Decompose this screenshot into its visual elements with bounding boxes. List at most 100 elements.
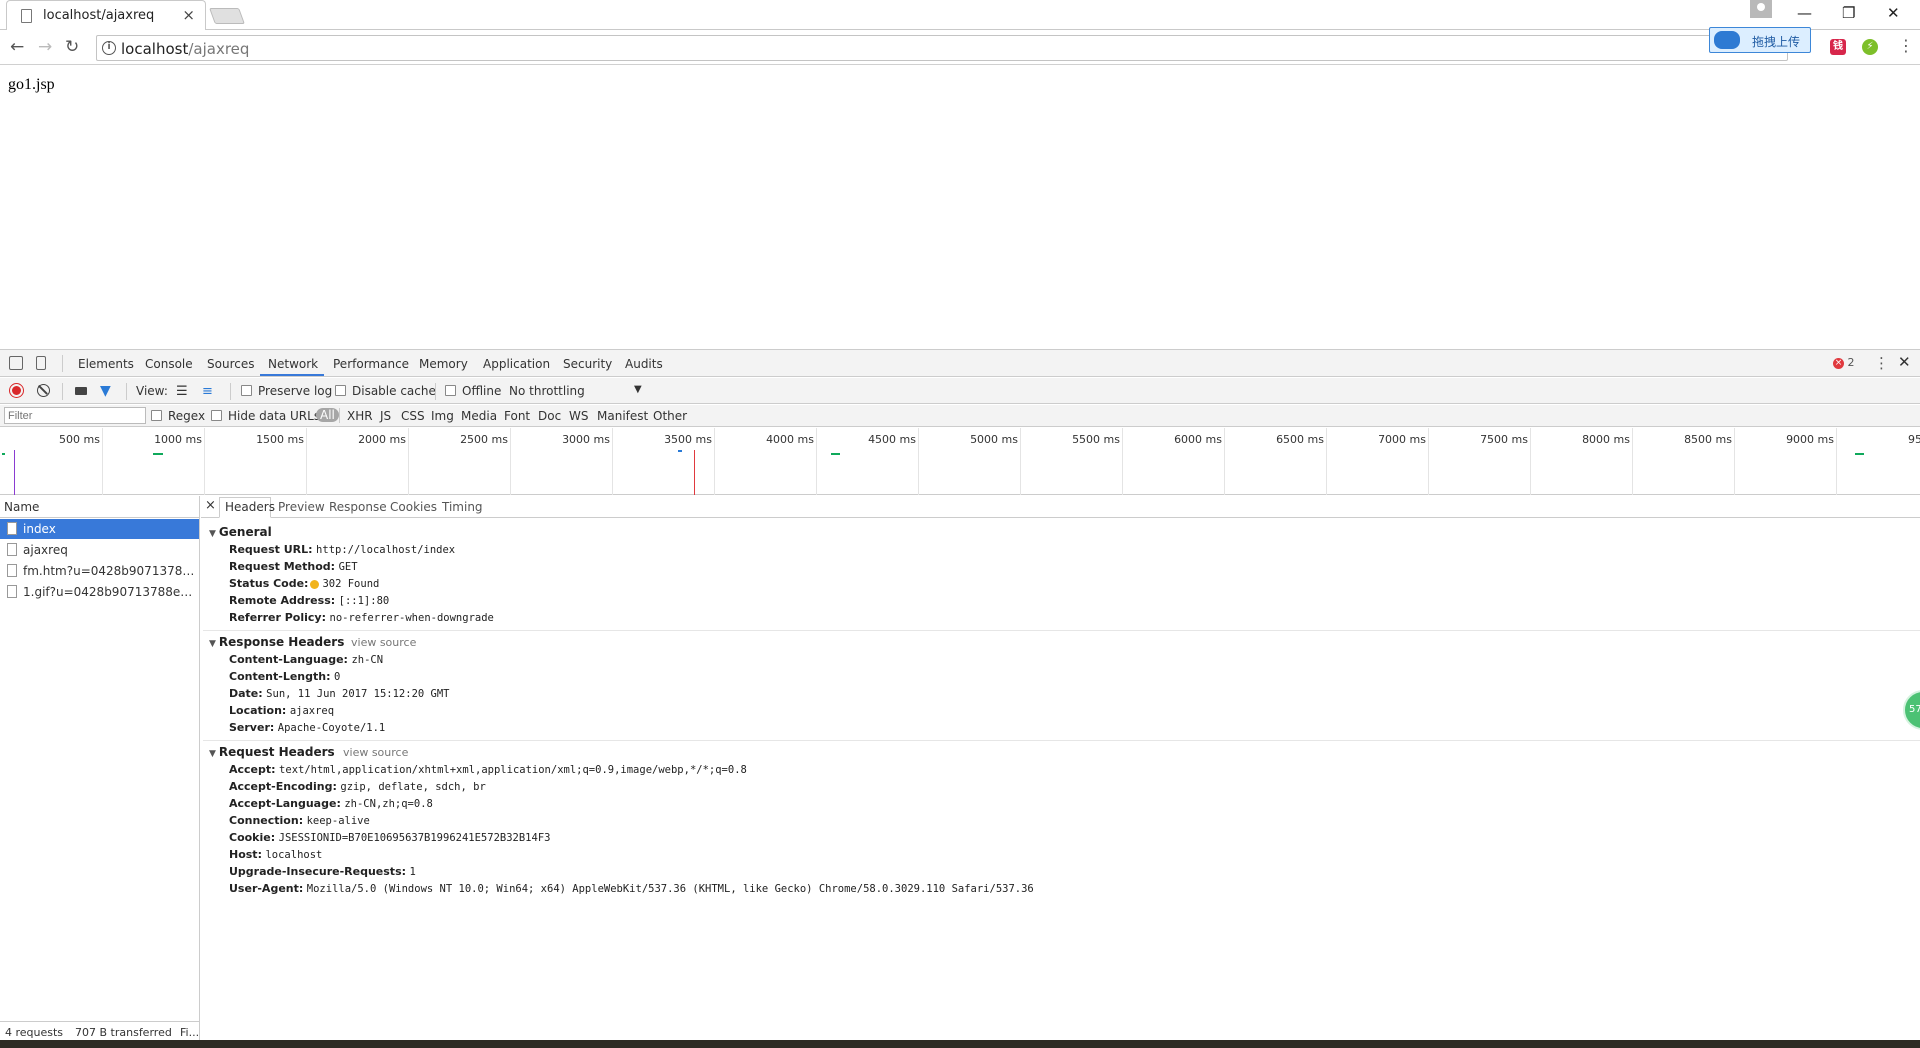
request-name: ajaxreq xyxy=(23,543,68,557)
timeline-tick-label: 7500 ms xyxy=(1480,433,1528,446)
upload-extension-button[interactable]: 拖拽上传 xyxy=(1709,27,1811,53)
info-icon[interactable]: i xyxy=(102,41,116,55)
hide-data-urls-label: Hide data URLs xyxy=(228,409,321,423)
tab-performance[interactable]: Performance xyxy=(333,357,409,371)
response-view-source-link[interactable]: view source xyxy=(351,636,416,649)
browser-toolbar: ← → ↻ i localhost/ajaxreq xyxy=(0,31,1920,65)
tab-elements[interactable]: Elements xyxy=(78,357,134,371)
new-tab-button[interactable] xyxy=(209,8,245,24)
timeline-gridline xyxy=(102,428,103,495)
devtools-menu-icon[interactable]: ⋮ xyxy=(1874,354,1889,372)
tab-close-icon[interactable]: × xyxy=(182,6,195,24)
type-filter-ws[interactable]: WS xyxy=(569,409,588,423)
filter-icon[interactable]: ▼ xyxy=(100,384,114,398)
screen: localhost/ajaxreq × — ❐ ✕ ← → ↻ i localh… xyxy=(0,0,1920,1048)
tab-security[interactable]: Security xyxy=(563,357,612,371)
type-filter-css[interactable]: CSS xyxy=(401,409,425,423)
devtools-panel: Elements Console Sources Network Perform… xyxy=(0,349,1920,1041)
browser-menu-icon[interactable]: ⋮ xyxy=(1898,36,1914,55)
details-close-icon[interactable]: × xyxy=(205,498,216,513)
type-filter-img[interactable]: Img xyxy=(431,409,454,423)
network-status-bar: 4 requests 707 B transferred Fi... xyxy=(0,1021,199,1041)
timeline-overview[interactable]: 500 ms 1000 ms 1500 ms 2000 ms 2500 ms 3000 m… xyxy=(0,428,1920,495)
restore-button[interactable]: ❐ xyxy=(1842,4,1855,22)
type-filter-js[interactable]: JS xyxy=(380,409,391,423)
type-filter-media[interactable]: Media xyxy=(461,409,497,423)
tab-network[interactable]: Network xyxy=(268,357,318,371)
type-filter-xhr[interactable]: XHR xyxy=(347,409,373,423)
throttling-select[interactable]: No throttling xyxy=(509,384,585,398)
extension-green-icon[interactable]: ⚡ xyxy=(1862,39,1878,55)
tab-headers[interactable]: Headers xyxy=(225,500,275,514)
url-text: localhost/ajaxreq xyxy=(121,40,249,58)
network-toolbar: ▼ View: ☰ ≡ Preserve log Disable cache O… xyxy=(0,378,1920,404)
profile-avatar-icon[interactable] xyxy=(1750,0,1772,18)
request-name: 1.gif?u=0428b90713788e9fac7... xyxy=(23,585,199,599)
overview-icon[interactable]: ≡ xyxy=(202,384,213,399)
regex-checkbox[interactable] xyxy=(151,410,162,421)
capture-screenshots-icon[interactable] xyxy=(75,387,87,395)
timeline-tick-label: 2500 ms xyxy=(460,433,508,446)
response-headers-section-header[interactable]: ▼ Response Headers xyxy=(209,635,344,649)
tab-console[interactable]: Console xyxy=(145,357,193,371)
tab-memory[interactable]: Memory xyxy=(419,357,468,371)
inspect-element-icon[interactable] xyxy=(9,356,23,370)
clear-icon[interactable] xyxy=(37,384,50,397)
type-filter-doc[interactable]: Doc xyxy=(538,409,561,423)
timeline-gridline xyxy=(1122,428,1123,495)
record-button[interactable] xyxy=(10,384,23,397)
device-toolbar-icon[interactable] xyxy=(36,356,46,370)
request-row[interactable]: 1.gif?u=0428b90713788e9fac7... xyxy=(0,582,199,602)
chevron-down-icon[interactable]: ▼ xyxy=(634,384,642,395)
filter-input[interactable] xyxy=(4,407,146,424)
request-row[interactable]: ajaxreq xyxy=(0,540,199,560)
request-row[interactable]: index xyxy=(0,519,199,539)
general-title: General xyxy=(218,525,272,539)
disable-cache-checkbox[interactable] xyxy=(335,385,346,396)
cloud-icon xyxy=(1714,31,1740,49)
error-count-badge[interactable]: × 2 xyxy=(1833,356,1855,369)
timeline-gridline xyxy=(714,428,715,495)
offline-checkbox[interactable] xyxy=(445,385,456,396)
timeline-tick-label: 1500 ms xyxy=(256,433,304,446)
request-row[interactable]: fm.htm?u=0428b90713788e9fa... xyxy=(0,561,199,581)
header-row: Accept-Encoding: gzip, deflate, sdch, br xyxy=(229,780,486,793)
request-view-source-link[interactable]: view source xyxy=(343,746,408,759)
browser-tab[interactable]: localhost/ajaxreq × xyxy=(6,0,206,30)
divider xyxy=(62,355,63,372)
finish-time: Fi... xyxy=(180,1026,199,1039)
hide-data-urls-checkbox[interactable] xyxy=(211,410,222,421)
extension-red-icon[interactable]: 钱 xyxy=(1830,39,1846,55)
timeline-bar xyxy=(2,453,5,455)
timeline-tick-label: 7000 ms xyxy=(1378,433,1426,446)
timeline-gridline xyxy=(1428,428,1429,495)
back-arrow-icon[interactable]: ← xyxy=(10,37,24,57)
tab-audits[interactable]: Audits xyxy=(625,357,663,371)
header-row: Accept-Language: zh-CN,zh;q=0.8 xyxy=(229,797,433,810)
name-column-header[interactable]: Name xyxy=(0,496,199,518)
address-bar[interactable]: i localhost/ajaxreq xyxy=(96,35,1788,61)
type-filter-manifest[interactable]: Manifest xyxy=(597,409,648,423)
tab-timing[interactable]: Timing xyxy=(442,500,483,514)
devtools-tab-bar: Elements Console Sources Network Perform… xyxy=(0,350,1920,377)
tab-cookies[interactable]: Cookies xyxy=(390,500,437,514)
request-headers-title: Request Headers xyxy=(218,745,335,759)
general-section-header[interactable]: ▼ General xyxy=(209,525,272,539)
large-rows-icon[interactable]: ☰ xyxy=(176,384,188,399)
request-headers-section-header[interactable]: ▼ Request Headers xyxy=(209,745,335,759)
window-close-button[interactable]: ✕ xyxy=(1887,4,1900,22)
minimize-button[interactable]: — xyxy=(1797,4,1812,22)
header-row: Remote Address: [::1]:80 xyxy=(229,594,390,607)
type-filter-font[interactable]: Font xyxy=(504,409,530,423)
tab-response[interactable]: Response xyxy=(329,500,387,514)
tab-preview[interactable]: Preview xyxy=(278,500,325,514)
tab-sources[interactable]: Sources xyxy=(207,357,254,371)
preserve-log-checkbox[interactable] xyxy=(241,385,252,396)
forward-arrow-icon[interactable]: → xyxy=(38,37,52,57)
tab-application[interactable]: Application xyxy=(483,357,550,371)
reload-icon[interactable]: ↻ xyxy=(65,37,79,57)
devtools-close-icon[interactable]: ✕ xyxy=(1898,353,1911,371)
type-filter-other[interactable]: Other xyxy=(653,409,687,423)
type-filter-all[interactable]: All xyxy=(316,408,339,422)
timeline-tick-label: 8500 ms xyxy=(1684,433,1732,446)
